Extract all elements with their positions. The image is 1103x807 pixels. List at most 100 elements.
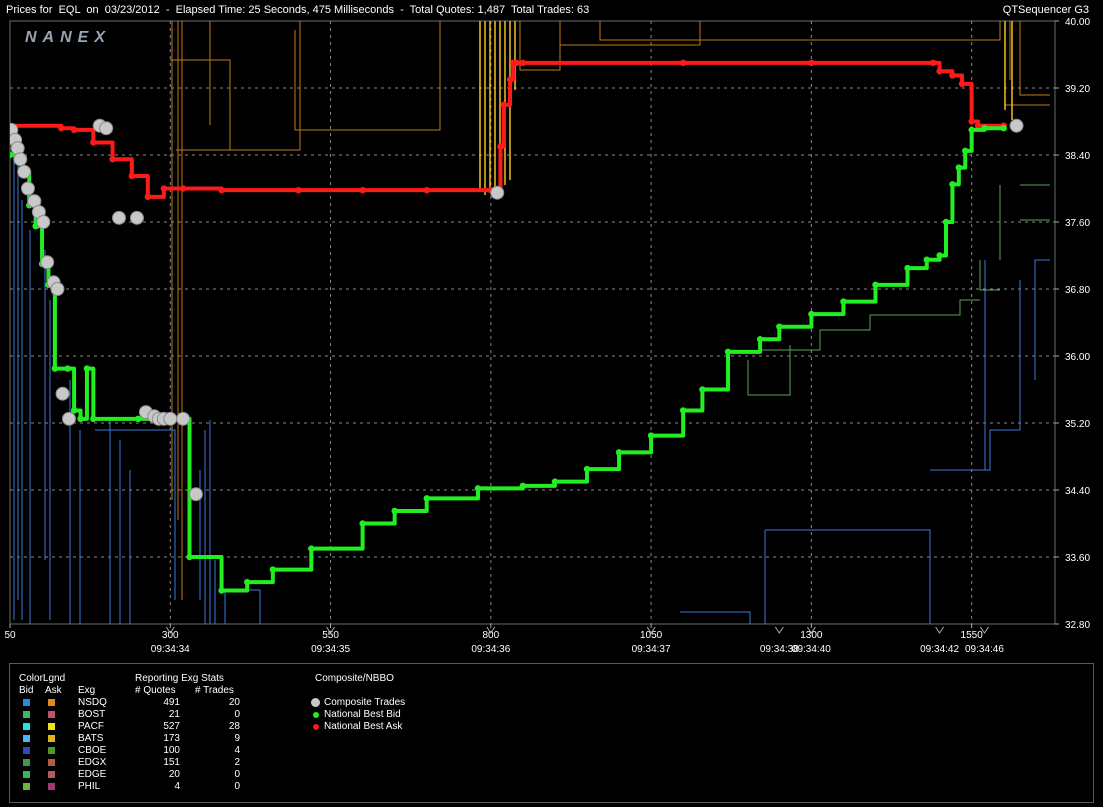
exchange-trade-count: 28 [228, 721, 240, 732]
exchange-quote-count: 21 [168, 709, 180, 720]
time-label: 09:34:37 [632, 644, 671, 655]
national-best-bid-point [51, 365, 59, 372]
composite-trade-marker [129, 210, 144, 225]
ask-color-swatch [48, 711, 55, 718]
quotes-header: # Quotes [135, 685, 176, 696]
bid-color-swatch [23, 699, 30, 706]
ask-color-swatch [48, 699, 55, 706]
time-label: 09:34:46 [965, 644, 1004, 655]
exchange-quote-count: 173 [163, 733, 180, 744]
national-best-bid-point [90, 415, 97, 423]
composite-trade-marker [490, 185, 505, 200]
composite-trade-marker [40, 255, 55, 270]
national-best-ask-point [958, 80, 966, 88]
national-best-ask-point [109, 155, 116, 163]
national-best-ask-point [128, 172, 136, 180]
exchange-ask-lines [170, 21, 1050, 600]
x-tick-label: 300 [162, 630, 179, 641]
national-best-ask-point [808, 59, 815, 67]
y-tick-label: 32.80 [1065, 620, 1090, 631]
ask-color-swatch [48, 783, 55, 790]
x-tick-label: 550 [322, 630, 339, 641]
exchange-bid-secondary-lines [747, 184, 1050, 396]
national-best-bid-point [647, 432, 655, 439]
national-best-ask-point [295, 186, 302, 194]
composite-trade-marker [61, 411, 76, 426]
national-best-ask-point [513, 59, 520, 67]
x-tick-label: 1050 [640, 630, 663, 641]
national-best-bid-point [872, 281, 879, 289]
composite-symbol [313, 724, 319, 730]
ask-color-swatch [48, 723, 55, 730]
time-label: 09:34:36 [471, 644, 510, 655]
national-best-bid-point [269, 566, 277, 573]
composite-trade-marker [99, 121, 114, 136]
exchange-quote-count: 4 [174, 781, 180, 792]
bid-color-swatch [23, 759, 30, 766]
national-best-bid-point [10, 151, 14, 159]
ask-header: Ask [45, 685, 62, 696]
national-best-ask-point [179, 185, 187, 192]
national-best-bid-point [359, 520, 366, 527]
exchange-name: PHIL [78, 781, 101, 792]
national-best-bid-point [186, 553, 193, 561]
y-tick-label: 36.00 [1065, 352, 1090, 363]
y-tick-label: 34.40 [1065, 486, 1090, 497]
national-best-bid-point [391, 507, 398, 515]
x-tick-label: 800 [482, 630, 499, 641]
trades-header: # Trades [195, 685, 234, 696]
composite-trade-marker [1009, 118, 1024, 133]
national-best-ask-point [936, 68, 943, 75]
price-chart: NANEX 40.00 39.20 38.40 37.60 36.80 36.00 35.2… [4, 17, 1090, 655]
composite-label: National Best Ask [324, 721, 403, 732]
national-best-bid-point [135, 415, 142, 423]
national-best-ask-point [144, 193, 152, 201]
composite-trade-marker [55, 386, 70, 401]
y-tick-label: 39.20 [1065, 84, 1090, 95]
composite-trade-marker [188, 487, 203, 502]
national-best-bid-point [519, 482, 527, 490]
y-tick-label: 38.40 [1065, 151, 1090, 162]
national-best-ask-point [497, 143, 504, 150]
bid-color-swatch [23, 783, 30, 790]
national-best-ask-point [58, 125, 65, 132]
national-best-bid-point [840, 298, 847, 305]
ask-color-swatch [48, 735, 55, 742]
national-best-bid-point [83, 365, 91, 372]
national-best-bid-point [423, 495, 430, 502]
time-label: 09:34:42 [920, 644, 959, 655]
composite-symbol [313, 712, 319, 718]
exchange-name: BOST [78, 709, 106, 720]
national-best-ask-point [679, 59, 687, 67]
exchange-quote-count: 151 [163, 757, 180, 768]
exchange-trade-count: 0 [234, 769, 240, 780]
national-best-bid-point [218, 587, 225, 594]
exchange-quote-count: 491 [163, 697, 180, 708]
national-best-bid-point [904, 264, 911, 272]
national-best-bid-point [724, 348, 732, 356]
nbbo-series [10, 59, 1007, 594]
exchange-trade-count: 0 [234, 709, 240, 720]
stats-title: Reporting Exg Stats [135, 673, 224, 684]
time-marker-icon [935, 626, 945, 634]
exchange-quote-count: 20 [168, 769, 180, 780]
composite-trade-marker [13, 152, 28, 167]
composite-label: Composite Trades [324, 697, 406, 708]
national-best-bid-point [942, 218, 950, 226]
national-best-bid-point [962, 147, 969, 155]
exchange-trade-count: 0 [234, 781, 240, 792]
color-legend-title: ColorLgnd [19, 673, 66, 684]
composite-symbol [311, 698, 320, 707]
ask-color-swatch [48, 759, 55, 766]
y-tick-label: 35.20 [1065, 419, 1090, 430]
bid-color-swatch [23, 747, 30, 754]
time-label: 09:34:35 [311, 644, 350, 655]
national-best-ask-point [359, 186, 366, 194]
national-best-bid-point [955, 164, 963, 171]
time-marker-icon [774, 626, 784, 634]
national-best-ask-point [90, 139, 97, 146]
axes: 40.00 39.20 38.40 37.60 36.80 36.00 35.20 34.40… [4, 17, 1090, 655]
national-best-bid-point [474, 485, 482, 492]
bid-color-swatch [23, 723, 30, 730]
exchange-trade-count: 4 [234, 745, 240, 756]
